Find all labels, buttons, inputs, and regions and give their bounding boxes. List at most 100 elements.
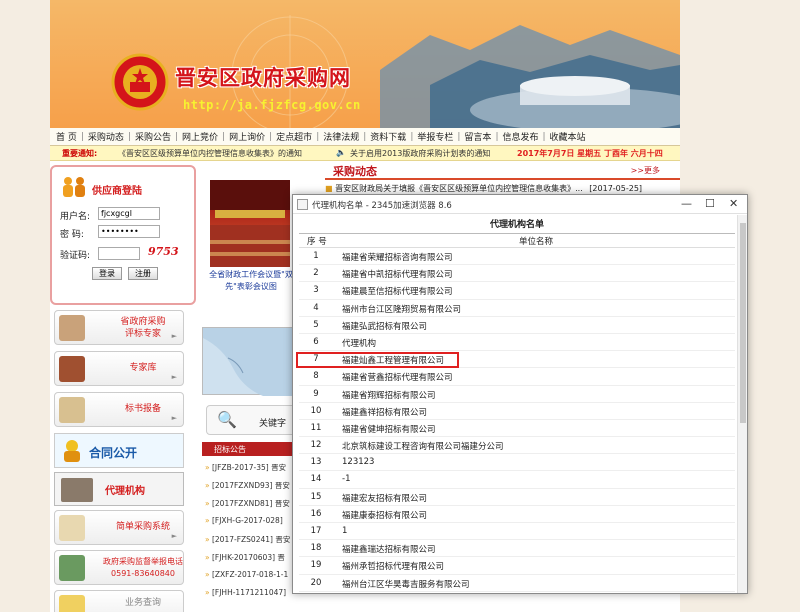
news-header: 采购动态 >>更多 <box>325 162 680 180</box>
nav-item[interactable]: 法律法规 <box>323 130 359 143</box>
nav-item[interactable]: 资料下载 <box>370 130 406 143</box>
business-query-button[interactable]: 业务查询 <box>54 590 184 612</box>
bullet-icon: ■ <box>325 184 333 193</box>
table-row[interactable]: 17 1 <box>299 523 735 541</box>
keyword-label: 关键字 <box>259 419 287 429</box>
row-number: 12 <box>310 440 322 451</box>
close-icon[interactable]: ✕ <box>729 197 738 210</box>
bid-notice-item[interactable]: » [FJHH-1171211047] <box>205 588 305 606</box>
nav-item[interactable]: 定点超市 <box>276 130 312 143</box>
nav-item[interactable]: 网上竞价 <box>182 130 218 143</box>
agency-list-window: 代理机构名单 - 2345加速浏览器 8.6 — ☐ ✕ 代理机构名单 序 号 … <box>292 194 748 594</box>
bid-notice-text: [FJHK-20170603] 晋 <box>211 553 285 562</box>
contract-public-button[interactable]: 合同公开 <box>54 433 184 468</box>
table-row[interactable]: 9 福建省翔辉招标有限公司 <box>299 386 735 403</box>
news-photo[interactable] <box>210 180 290 267</box>
table-row[interactable]: 18 福建鑫瑞达招标有限公司 <box>299 540 735 558</box>
district-map[interactable] <box>202 327 295 396</box>
keyword-search-button[interactable]: 🔍 关键字 <box>206 405 296 435</box>
password-input[interactable] <box>98 225 160 238</box>
simple-purchase-icon <box>59 515 85 541</box>
nav-separator: | <box>127 131 131 142</box>
site-title: 晋安区政府采购网 <box>175 66 351 90</box>
row-number: 8 <box>313 371 319 382</box>
bid-notice-item[interactable]: » [2017FZXND93] 晋安 <box>205 480 305 498</box>
notice-link-2[interactable]: 关于启用2013版政府采购计划表的通知 <box>350 148 490 159</box>
captcha-image[interactable]: 9753 <box>148 245 179 258</box>
nav-item[interactable]: 举报专栏 <box>417 130 453 143</box>
bullet-icon: » <box>205 463 212 472</box>
table-row[interactable]: 5 福建弘武招标有限公司 <box>299 317 735 334</box>
table-header-row: 序 号 单位名称 <box>299 234 735 248</box>
row-agency-name: 福州承哲招标代理有限公司 <box>342 562 445 573</box>
bid-notice-text: [2017-FZS0241] 晋安 <box>211 535 291 544</box>
row-agency-name: 北京筑标建设工程咨询有限公司福建分公司 <box>342 442 504 453</box>
nav-item[interactable]: 首 页 <box>56 130 77 143</box>
report-phone-button[interactable]: 政府采购监督举报电话 0591-83640840 <box>54 550 184 585</box>
nav-separator: | <box>269 131 273 142</box>
news-more-link[interactable]: >>更多 <box>631 165 660 176</box>
nav-item[interactable]: 采购公告 <box>135 130 171 143</box>
expert-pool-icon <box>59 356 85 382</box>
table-row[interactable]: 10 福建鑫祥招标有限公司 <box>299 403 735 420</box>
row-agency-name: 福建省中凯招标代理有限公司 <box>342 270 453 281</box>
col-name-header: 单位名称 <box>519 237 554 247</box>
table-row[interactable]: 13 123123 <box>299 454 735 472</box>
agency-table: 代理机构名单 序 号 单位名称 1 福建省荣耀招标咨询有限公司 2 福建省中凯招标代理… <box>299 216 735 592</box>
agency-button[interactable]: 代理机构 <box>54 472 184 506</box>
photo-caption[interactable]: 全省财政工作会议暨"双先"表彰会议图 <box>206 269 296 293</box>
table-row[interactable]: 2 福建省中凯招标代理有限公司 <box>299 265 735 283</box>
bid-notice-item[interactable]: » [2017FZXND81] 晋安 <box>205 498 305 516</box>
nav-item[interactable]: 信息发布 <box>502 130 538 143</box>
notice-link-1[interactable]: 《晋安区区级预算单位内控管理信息收集表》的通知 <box>118 148 302 159</box>
login-button[interactable]: 登录 <box>92 267 122 280</box>
row-agency-name: 福建省荣耀招标咨询有限公司 <box>342 253 453 263</box>
bid-notice-item[interactable]: » [ZXFZ-2017-018-1-1 <box>205 570 305 588</box>
bid-notice-item[interactable]: » [FJHK-20170603] 晋 <box>205 552 305 570</box>
table-row[interactable]: 16 福建康泰招标有限公司 <box>299 506 735 523</box>
simple-purchase-button[interactable]: 简单采购系统 ► <box>54 510 184 545</box>
table-row[interactable]: 15 福建宏友招标有限公司 <box>299 489 735 506</box>
scroll-thumb[interactable] <box>740 223 746 423</box>
table-row[interactable]: 14 -1 <box>299 471 735 489</box>
row-agency-name: 1 <box>342 526 348 536</box>
nav-item[interactable]: 收藏本站 <box>550 130 586 143</box>
table-row[interactable]: 8 福建省营鑫招标代理有限公司 <box>299 368 735 386</box>
bid-file-button[interactable]: 标书报备 ► <box>54 392 184 427</box>
bid-notice-item[interactable]: » [FJXH-G-2017-028] <box>205 516 305 534</box>
table-row[interactable]: 19 福州承哲招标代理有限公司 <box>299 557 735 575</box>
nav-item[interactable]: 留言本 <box>464 130 491 143</box>
table-row[interactable]: 3 福建晨至信招标代理有限公司 <box>299 282 735 300</box>
row-agency-name: 福建省健坤招标有限公司 <box>342 424 436 435</box>
username-input[interactable] <box>98 207 160 220</box>
expert-pool-button[interactable]: 专家库 ► <box>54 351 184 386</box>
expert-icon <box>59 315 85 341</box>
expert-button[interactable]: 省政府采购 评标专家 ► <box>54 310 184 345</box>
row-agency-name: -1 <box>342 474 351 485</box>
nav-item[interactable]: 采购动态 <box>88 130 124 143</box>
bid-notice-item[interactable]: » [2017-FZS0241] 晋安 <box>205 534 305 552</box>
row-agency-name: 福州台江区华昊毒吉服务有限公司 <box>342 579 470 590</box>
bid-notice-item[interactable]: » [JFZB-2017-35] 晋安 <box>205 462 305 480</box>
window-titlebar[interactable]: 代理机构名单 - 2345加速浏览器 8.6 — ☐ ✕ <box>293 195 747 214</box>
minimize-icon[interactable]: — <box>681 197 692 210</box>
table-row[interactable]: 11 福建省健坤招标有限公司 <box>299 420 735 438</box>
window-scrollbar[interactable] <box>737 215 747 593</box>
table-row[interactable]: 6 代理机构 <box>299 334 735 352</box>
row-number: 15 <box>310 491 322 502</box>
row-agency-name: 福建省翔辉招标有限公司 <box>342 390 436 401</box>
bid-file-icon <box>59 397 85 423</box>
nav-item[interactable]: 网上询价 <box>229 130 265 143</box>
bid-notice-list: » [JFZB-2017-35] 晋安» [2017FZXND93] 晋安» [… <box>205 462 305 606</box>
date-display: 2017年7月7日 星期五 丁酉年 六月十四 <box>517 149 663 158</box>
register-button[interactable]: 注册 <box>128 267 158 280</box>
row-number: 18 <box>310 543 322 554</box>
password-label: 密 码: <box>60 230 84 240</box>
table-row[interactable]: 1 福建省荣耀招标咨询有限公司 <box>299 248 735 266</box>
maximize-icon[interactable]: ☐ <box>705 197 715 210</box>
table-row[interactable]: 4 福州市台江区隆翔贸易有限公司 <box>299 300 735 317</box>
table-row[interactable]: 20 福州台江区华昊毒吉服务有限公司 <box>299 575 735 592</box>
bullet-icon: » <box>205 481 212 490</box>
table-row[interactable]: 12 北京筑标建设工程咨询有限公司福建分公司 <box>299 437 735 455</box>
captcha-input[interactable] <box>98 247 140 260</box>
